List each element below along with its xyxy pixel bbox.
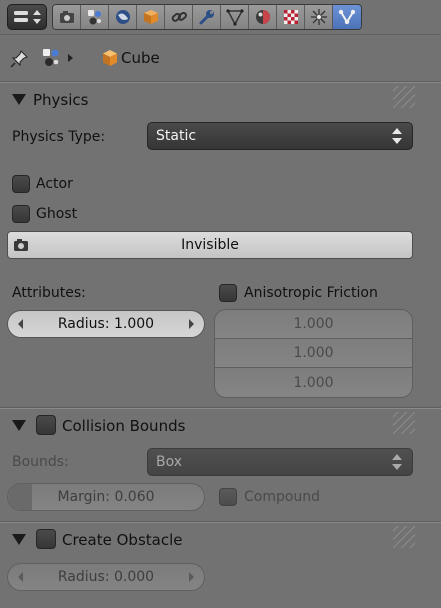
particles-icon	[310, 9, 327, 25]
dropdown-arrows-icon	[392, 128, 402, 144]
chevron-right-icon	[68, 54, 73, 62]
world-icon	[115, 10, 130, 24]
create-obstacle-title[interactable]: Create Obstacle	[62, 531, 182, 549]
friction-x-field[interactable]: 1.000	[215, 310, 412, 339]
tab-constraints[interactable]	[165, 5, 193, 29]
friction-xyz-group: 1.000 1.000 1.000	[214, 309, 413, 398]
physics-type-dropdown[interactable]: Static	[147, 122, 413, 150]
compound-label[interactable]: Compound	[244, 489, 320, 505]
tab-material[interactable]	[249, 5, 277, 29]
anisotropic-friction-label[interactable]: Anisotropic Friction	[244, 285, 378, 301]
ghost-label[interactable]: Ghost	[36, 206, 77, 222]
panel-drag-grip[interactable]	[393, 86, 415, 108]
radius-value: Radius: 1.000	[57, 316, 155, 332]
physics-type-label: Physics Type:	[12, 129, 106, 145]
decrement-arrow-icon[interactable]	[18, 572, 23, 582]
actor-label[interactable]: Actor	[36, 176, 73, 192]
friction-y-field[interactable]: 1.000	[215, 339, 412, 368]
editor-type-button[interactable]	[7, 4, 47, 30]
object-cube-icon	[103, 50, 117, 66]
properties-header	[0, 0, 441, 35]
create-obstacle-checkbox[interactable]	[36, 529, 56, 549]
camera-icon	[14, 239, 28, 251]
divider	[0, 408, 441, 409]
tab-object[interactable]	[137, 5, 165, 29]
panel-drag-grip[interactable]	[393, 412, 415, 434]
bounds-label: Bounds:	[12, 454, 69, 470]
render-layers-icon	[43, 49, 59, 66]
tab-texture[interactable]	[277, 5, 305, 29]
collision-bounds-checkbox[interactable]	[36, 415, 56, 435]
tab-world[interactable]	[109, 5, 137, 29]
editor-type-icon	[14, 10, 41, 24]
obstacle-radius-field[interactable]: Radius: 0.000	[7, 563, 205, 591]
tab-particles[interactable]	[305, 5, 333, 29]
tab-modifiers[interactable]	[193, 5, 221, 29]
bounds-dropdown[interactable]: Box	[147, 448, 413, 476]
modifiers-wrench-icon	[199, 10, 214, 25]
attributes-label: Attributes:	[12, 285, 86, 301]
expand-triangle-icon[interactable]	[12, 94, 26, 105]
decrement-arrow-icon[interactable]	[18, 319, 23, 329]
object-data-mesh-icon	[225, 9, 244, 26]
render-camera-icon	[59, 11, 74, 23]
breadcrumb: Cube	[0, 40, 441, 76]
margin-value: Margin: 0.060	[57, 489, 155, 505]
compound-checkbox[interactable]	[219, 488, 237, 506]
object-name: Cube	[121, 49, 160, 67]
dropdown-arrows-icon	[392, 454, 402, 470]
invisible-label: Invisible	[181, 237, 239, 253]
tab-physics[interactable]	[333, 5, 361, 29]
obstacle-radius-value: Radius: 0.000	[57, 569, 155, 585]
expand-triangle-icon[interactable]	[12, 420, 26, 431]
pin-icon[interactable]	[9, 49, 29, 69]
context-tabs	[52, 4, 362, 30]
physics-type-value: Static	[156, 128, 197, 144]
render-layers-icon	[87, 10, 101, 25]
margin-slider-fill	[8, 484, 32, 510]
physics-panel-title[interactable]: Physics	[33, 91, 88, 109]
actor-checkbox[interactable]	[12, 175, 30, 193]
tab-render[interactable]	[53, 5, 81, 29]
divider	[0, 522, 441, 523]
increment-arrow-icon[interactable]	[189, 572, 194, 582]
tab-object-data[interactable]	[221, 5, 249, 29]
expand-triangle-icon[interactable]	[12, 534, 26, 545]
increment-arrow-icon[interactable]	[189, 319, 194, 329]
tab-render-layers[interactable]	[81, 5, 109, 29]
margin-slider[interactable]: Margin: 0.060	[7, 483, 205, 511]
collision-bounds-title[interactable]: Collision Bounds	[62, 417, 185, 435]
ghost-checkbox[interactable]	[12, 205, 30, 223]
friction-z-field[interactable]: 1.000	[215, 368, 412, 397]
material-sphere-icon	[255, 10, 270, 24]
invisible-toggle-button[interactable]: Invisible	[7, 231, 413, 259]
panel-drag-grip[interactable]	[393, 526, 415, 548]
radius-field[interactable]: Radius: 1.000	[7, 310, 205, 338]
bounds-value: Box	[156, 454, 183, 470]
divider	[0, 82, 441, 83]
object-cube-icon	[143, 10, 158, 24]
physics-icon	[338, 9, 356, 25]
constraints-link-icon	[171, 11, 187, 22]
texture-checker-icon	[283, 10, 298, 24]
anisotropic-friction-checkbox[interactable]	[219, 284, 237, 302]
